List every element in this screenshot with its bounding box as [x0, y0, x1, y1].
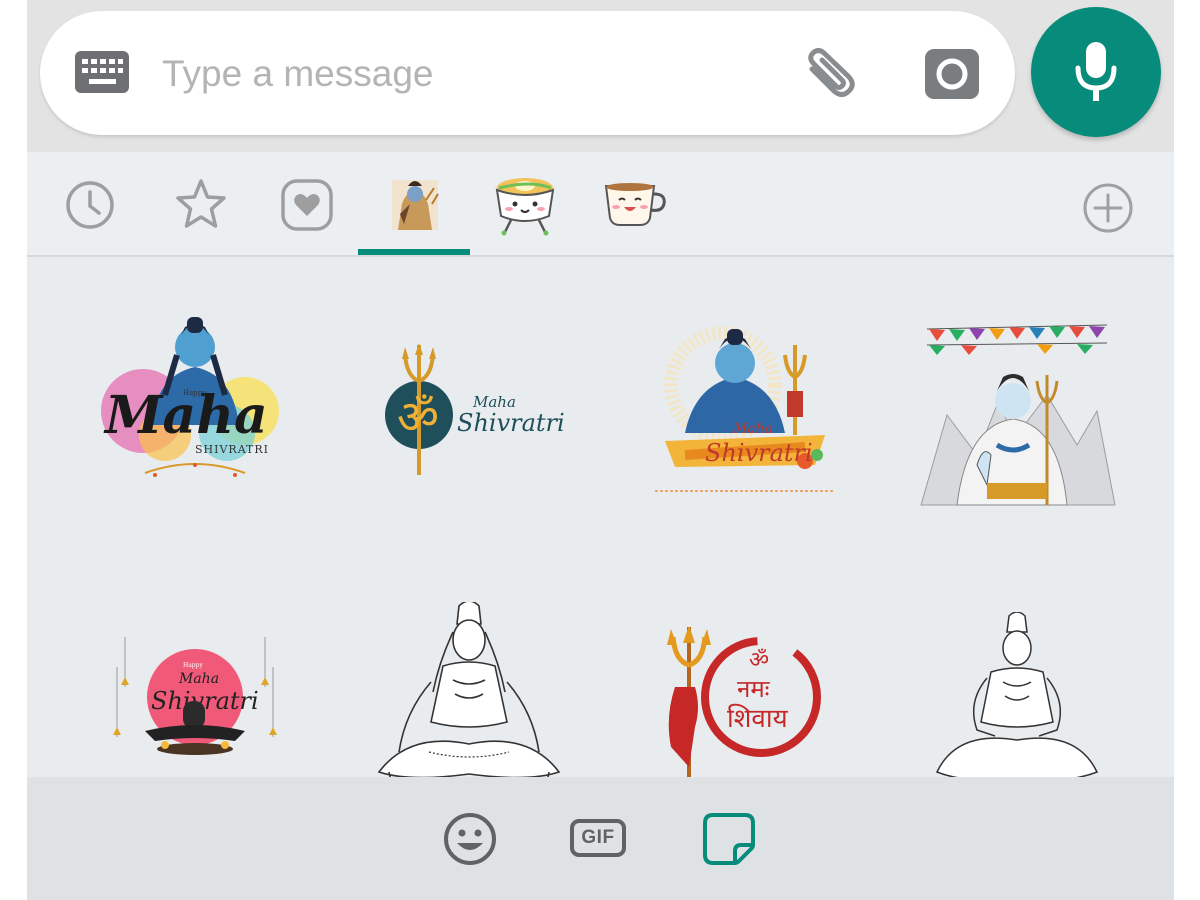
emoji-icon[interactable]	[442, 811, 498, 867]
selected-tab-indicator	[358, 249, 470, 255]
sticker-text-om: ॐ	[397, 390, 439, 444]
sticker-shivling-maha-shivratri[interactable]: Happy Maha Shivratri	[95, 627, 295, 777]
tab-shiva-pack[interactable]	[358, 152, 469, 255]
sticker-text-shivratri: Shivratri	[705, 439, 813, 467]
sticker-shiva-maha-shivratri-banner[interactable]: Maha Shivratri	[645, 315, 845, 515]
camera-icon[interactable]	[923, 45, 981, 103]
whatsapp-sticker-panel: Maha Happy SHIVRATRI ॐ Maha Shivratri	[27, 0, 1174, 900]
sticker-text-shivratri: SHIVRATRI	[195, 443, 269, 456]
paperclip-icon[interactable]	[798, 47, 860, 103]
tab-heart-pack[interactable]	[252, 152, 363, 255]
sticker-happy-maha-shivratri[interactable]: Maha Happy SHIVRATRI	[95, 315, 295, 515]
message-input[interactable]	[160, 41, 764, 107]
sticker-pack-tabs	[27, 152, 1174, 257]
clock-icon	[66, 181, 114, 229]
sticker-text-shivratri: Shivratri	[457, 409, 565, 437]
sticker-om-namah-shivaya[interactable]: ॐ नमः शिवाय	[645, 627, 845, 777]
tab-food-bowl-pack[interactable]	[469, 152, 580, 255]
tab-recent[interactable]	[35, 152, 146, 255]
tab-favorites[interactable]	[146, 152, 257, 255]
plus-circle-icon[interactable]	[1082, 182, 1134, 234]
sticker-text-happy: Happy	[183, 662, 203, 669]
gif-button[interactable]: GIF	[570, 819, 626, 857]
sticker-grid: Maha Happy SHIVRATRI ॐ Maha Shivratri Ma…	[27, 257, 1174, 777]
sticker-text-namah: नमः	[737, 675, 771, 703]
sticker-om-trishul-maha-shivratri[interactable]: ॐ Maha Shivratri	[369, 315, 569, 515]
bowl-sticker-thumbnail	[495, 178, 555, 236]
bottom-panel-bar: GIF	[27, 777, 1174, 900]
keyboard-icon[interactable]	[75, 51, 129, 93]
voice-record-button[interactable]	[1031, 7, 1161, 137]
sticker-text-happy: Happy	[183, 389, 206, 397]
sticker-text-shivaya: शिवाय	[727, 703, 789, 734]
microphone-icon	[1075, 42, 1117, 101]
heart-icon	[281, 179, 333, 231]
sticker-shiva-trishul-mountains[interactable]	[917, 315, 1117, 515]
tab-coffee-cup-pack[interactable]	[580, 152, 691, 255]
star-icon	[176, 179, 226, 228]
sticker-shiva-sketch-seated[interactable]	[369, 602, 569, 777]
sticker-text-om: ॐ	[749, 648, 769, 673]
sticker-icon[interactable]	[701, 811, 757, 867]
composer-bar	[27, 0, 1174, 152]
shiva-thumbnail	[392, 180, 439, 230]
sticker-shiva-sketch-meditating[interactable]	[917, 612, 1117, 777]
sticker-text-maha: Maha	[732, 421, 773, 437]
sticker-text-maha: Maha	[178, 671, 219, 687]
message-input-pill	[40, 11, 1015, 135]
cup-sticker-thumbnail	[604, 183, 666, 226]
